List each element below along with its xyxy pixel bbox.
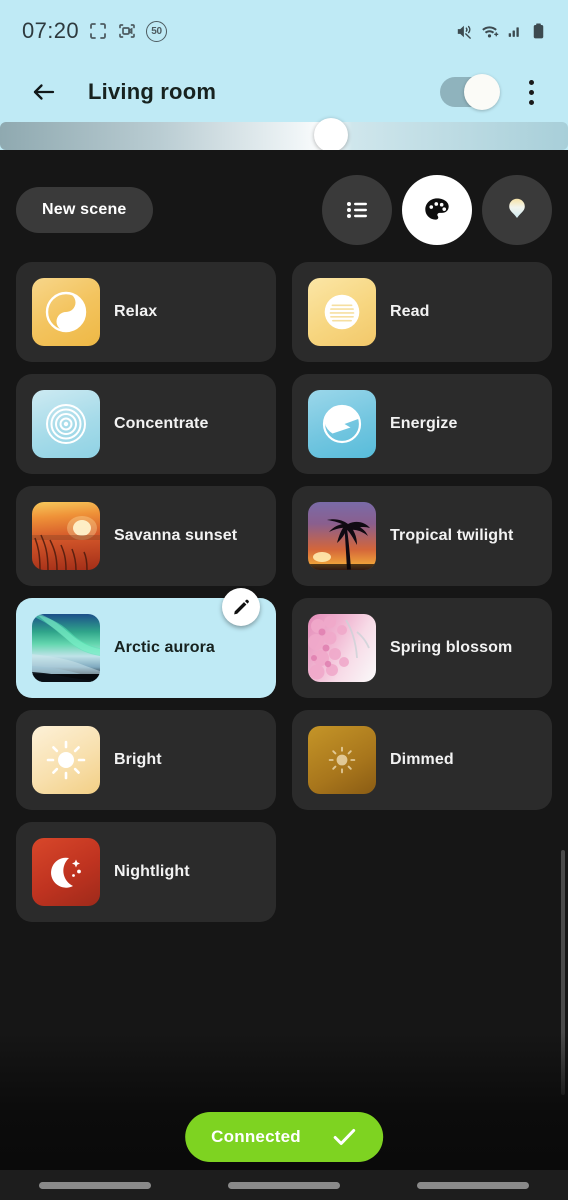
pencil-icon: [234, 599, 249, 615]
battery-icon: [531, 22, 546, 41]
bulb-icon: [509, 198, 525, 218]
brightness-slider-thumb[interactable]: [314, 118, 348, 152]
scene-grid: Relax Read Concentrate Energize Savanna …: [0, 246, 568, 922]
view-mode-tabs: [322, 175, 552, 245]
scene-label: Savanna sunset: [114, 527, 238, 544]
checkmark-icon: [333, 1129, 355, 1145]
edit-scene-button[interactable]: [222, 588, 260, 626]
app-bar-actions: [440, 74, 544, 110]
system-navigation-bar: [0, 1170, 568, 1200]
screen-record-icon: [117, 21, 137, 41]
scene-card-read[interactable]: Read: [292, 262, 552, 362]
cellular-signal-icon: [506, 22, 524, 40]
new-scene-button[interactable]: New scene: [16, 187, 153, 233]
scene-card-nightlight[interactable]: Nightlight: [16, 822, 276, 922]
overflow-menu-icon[interactable]: [518, 75, 544, 109]
bright-thumbnail: [32, 726, 100, 794]
status-time: 07:20: [22, 18, 80, 43]
concentrate-thumbnail: [32, 390, 100, 458]
scene-label: Concentrate: [114, 415, 209, 432]
app-bar: Living room: [0, 62, 568, 122]
status-bar-left: 07:20 50: [22, 18, 168, 44]
tab-lights-view[interactable]: [482, 175, 552, 245]
nav-recents-button[interactable]: [38, 1181, 151, 1189]
arctic-aurora-thumbnail: [32, 614, 100, 682]
scene-label: Tropical twilight: [390, 527, 514, 544]
brightness-slider[interactable]: [0, 122, 568, 150]
scene-label: Read: [390, 303, 430, 320]
scene-card-savanna-sunset[interactable]: Savanna sunset: [16, 486, 276, 586]
nightlight-thumbnail: [32, 838, 100, 906]
relax-thumbnail: [32, 278, 100, 346]
scene-toolbar: New scene: [0, 150, 568, 246]
nav-home-button[interactable]: [227, 1181, 340, 1189]
savanna-sunset-thumbnail: [32, 502, 100, 570]
dimmed-thumbnail: [308, 726, 376, 794]
scene-label: Spring blossom: [390, 639, 513, 656]
screenshot-crop-icon: [88, 21, 108, 41]
palette-icon: [425, 198, 449, 220]
brightness-slider-container: [0, 118, 568, 152]
scene-label: Bright: [114, 751, 162, 768]
nav-back-button[interactable]: [417, 1181, 530, 1189]
scene-label: Energize: [390, 415, 458, 432]
speed-badge: 50: [146, 20, 168, 42]
tropical-twilight-thumbnail: [308, 502, 376, 570]
page-title: Living room: [88, 79, 217, 104]
scene-card-arctic-aurora[interactable]: Arctic aurora: [16, 588, 276, 698]
kebab-dot: [528, 99, 534, 105]
room-power-toggle[interactable]: [440, 74, 500, 110]
scene-label: Arctic aurora: [114, 639, 215, 656]
toggle-knob: [464, 74, 500, 110]
vibrate-mute-icon: [454, 22, 473, 41]
tab-list-view[interactable]: [322, 175, 392, 245]
scene-label: Nightlight: [114, 863, 190, 880]
energize-thumbnail: [308, 390, 376, 458]
scene-card-spring-blossom[interactable]: Spring blossom: [292, 598, 552, 698]
status-bar: 07:20 50: [0, 0, 568, 62]
status-bar-right: [454, 22, 546, 41]
kebab-dot: [528, 89, 534, 95]
scene-card-tropical-twilight[interactable]: Tropical twilight: [292, 486, 552, 586]
read-thumbnail: [308, 278, 376, 346]
connection-status-pill[interactable]: Connected: [185, 1112, 383, 1162]
vertical-scrollbar[interactable]: [561, 850, 565, 1095]
scene-card-bright[interactable]: Bright: [16, 710, 276, 810]
scene-label: Dimmed: [390, 751, 454, 768]
back-button[interactable]: [24, 72, 64, 112]
spring-blossom-thumbnail: [308, 614, 376, 682]
scene-content: New scene Relax Read Concentrate Energiz…: [0, 150, 568, 1200]
list-icon: [347, 202, 367, 218]
scene-card-relax[interactable]: Relax: [16, 262, 276, 362]
connection-status-label: Connected: [211, 1127, 301, 1146]
back-arrow-icon: [33, 84, 55, 100]
kebab-dot: [528, 79, 534, 85]
scene-card-concentrate[interactable]: Concentrate: [16, 374, 276, 474]
phone-screen: 07:20 50 Living room New scene Relax Rea…: [0, 0, 568, 1200]
wifi-icon: [480, 22, 499, 41]
scene-card-dimmed[interactable]: Dimmed: [292, 710, 552, 810]
scene-card-energize[interactable]: Energize: [292, 374, 552, 474]
scene-label: Relax: [114, 303, 158, 320]
tab-scenes-view[interactable]: [402, 175, 472, 245]
